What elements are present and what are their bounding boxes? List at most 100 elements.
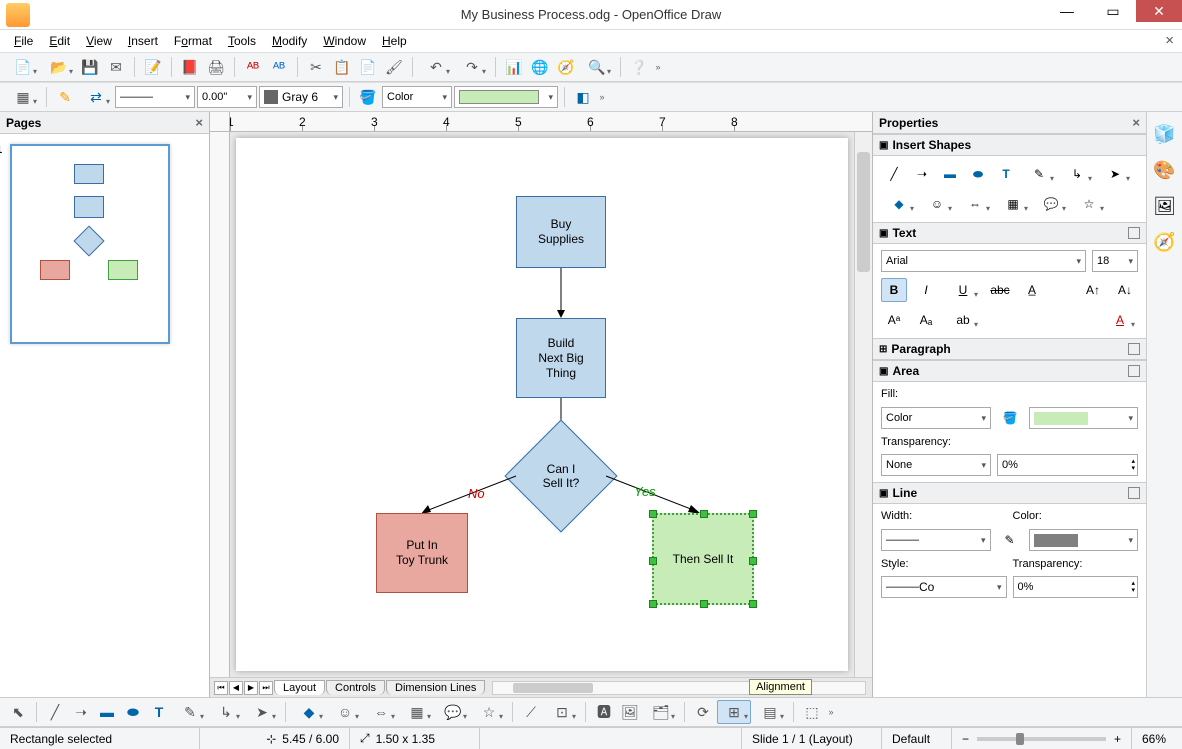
rect-tool-b[interactable]: ▬ xyxy=(95,700,119,724)
menu-file[interactable]: File xyxy=(6,32,41,50)
fontwork-button[interactable]: 🅰 xyxy=(592,700,616,724)
zoom-slider[interactable] xyxy=(977,737,1106,741)
drawing-canvas[interactable]: Buy Supplies Build Next Big Thing Can I … xyxy=(236,138,848,671)
print-button[interactable]: 🖨 xyxy=(204,55,228,79)
underline-button[interactable]: U xyxy=(945,278,981,302)
shape-buy-supplies[interactable]: Buy Supplies xyxy=(516,196,606,268)
font-size-combo[interactable]: 18 xyxy=(1092,250,1138,272)
superscript-button[interactable]: Aᵃ xyxy=(881,308,907,332)
fill-color-combo[interactable] xyxy=(454,86,558,108)
shape-then-sell[interactable]: Then Sell It xyxy=(652,513,754,605)
close-document-button[interactable]: × xyxy=(1165,32,1174,49)
format-paintbrush-button[interactable]: 🖌 xyxy=(382,55,406,79)
toolbar-overflow[interactable]: » xyxy=(653,62,663,72)
deck-navigator-icon[interactable]: 🧭 xyxy=(1153,230,1177,254)
stars-b[interactable]: ☆ xyxy=(472,700,506,724)
menu-insert[interactable]: Insert xyxy=(120,32,166,50)
text-tool[interactable]: T xyxy=(993,162,1019,186)
shape-build-thing[interactable]: Build Next Big Thing xyxy=(516,318,606,398)
curve-tool[interactable]: ✎ xyxy=(1021,162,1057,186)
basic-shapes-b[interactable]: ◆ xyxy=(292,700,326,724)
tab-next[interactable]: ▶ xyxy=(244,681,258,695)
properties-close-button[interactable]: × xyxy=(1132,115,1140,130)
help-button[interactable]: ❔ xyxy=(627,55,651,79)
glue-button[interactable]: ⊡ xyxy=(545,700,579,724)
tab-dimension[interactable]: Dimension Lines xyxy=(386,680,485,695)
deck-styles-icon[interactable]: 🎨 xyxy=(1153,158,1177,182)
flowchart-tool[interactable]: ▦ xyxy=(995,192,1031,216)
line-color-combo[interactable]: Gray 6 xyxy=(259,86,343,108)
undo-button[interactable]: ↶ xyxy=(419,55,453,79)
pages-close-button[interactable]: × xyxy=(195,115,203,130)
spellcheck-button[interactable]: ᴬᴮ xyxy=(241,55,265,79)
arrange-button[interactable]: ▦ xyxy=(6,85,40,109)
menu-modify[interactable]: Modify xyxy=(264,32,315,50)
fill-bucket-icon[interactable]: 🪣 xyxy=(997,406,1023,430)
new-button[interactable]: 📄 xyxy=(6,55,40,79)
arrange-b[interactable]: ▤ xyxy=(753,700,787,724)
tab-prev[interactable]: ◀ xyxy=(229,681,243,695)
callouts-tool[interactable]: 💬 xyxy=(1033,192,1069,216)
copy-button[interactable]: 📋 xyxy=(330,55,354,79)
line-width-combo[interactable]: 0.00" xyxy=(197,86,257,108)
alignment-button[interactable]: ⊞ xyxy=(717,700,751,724)
chart-button[interactable]: 📊 xyxy=(502,55,526,79)
lines-arrows-tool[interactable]: ➤ xyxy=(1097,162,1133,186)
line-tool[interactable]: ╱ xyxy=(881,162,907,186)
text-tool-b[interactable]: T xyxy=(147,700,171,724)
close-window-button[interactable]: ✕ xyxy=(1136,0,1182,22)
line-trans-spinner[interactable]: 0% xyxy=(1013,576,1139,598)
maximize-button[interactable]: ▭ xyxy=(1090,0,1136,22)
line-color-prop-combo[interactable] xyxy=(1029,529,1139,551)
transparency-value-spinner[interactable]: 0% xyxy=(997,454,1138,476)
menu-edit[interactable]: Edit xyxy=(41,32,78,50)
line-pattern-combo[interactable]: ——— xyxy=(115,86,195,108)
section-area[interactable]: ▣Area xyxy=(873,360,1146,382)
bold-button[interactable]: B xyxy=(881,278,907,302)
section-paragraph[interactable]: ⊞Paragraph xyxy=(873,338,1146,360)
line-width-prop-combo[interactable]: ——— xyxy=(881,529,991,551)
edit-file-button[interactable]: 📝 xyxy=(141,55,165,79)
menu-window[interactable]: Window xyxy=(315,32,374,50)
email-button[interactable]: ✉ xyxy=(104,55,128,79)
font-color-button[interactable]: A xyxy=(1102,308,1138,332)
menu-view[interactable]: View xyxy=(78,32,120,50)
shadow-text-button[interactable]: A̲ xyxy=(1019,278,1045,302)
redo-button[interactable]: ↷ xyxy=(455,55,489,79)
from-file-button[interactable]: 🖼 xyxy=(618,700,642,724)
zoom-button[interactable]: 🔍 xyxy=(580,55,614,79)
flowchart-b[interactable]: ▦ xyxy=(400,700,434,724)
bottom-toolbar-overflow[interactable]: » xyxy=(826,707,836,717)
open-button[interactable]: 📂 xyxy=(42,55,76,79)
arrow-tool[interactable]: ➝ xyxy=(909,162,935,186)
shape-toy-trunk[interactable]: Put In Toy Trunk xyxy=(376,513,468,593)
points-button[interactable]: ⟋ xyxy=(519,700,543,724)
line-color-pencil-icon[interactable]: ✎ xyxy=(997,528,1023,552)
callouts-b[interactable]: 💬 xyxy=(436,700,470,724)
section-text[interactable]: ▣Text xyxy=(873,222,1146,244)
line-style-button[interactable]: ✎ xyxy=(53,85,77,109)
navigator-button[interactable]: 🧭 xyxy=(554,55,578,79)
zoom-control[interactable]: − + xyxy=(952,728,1132,749)
tab-last[interactable]: ⏭ xyxy=(259,681,273,695)
tab-controls[interactable]: Controls xyxy=(326,680,385,695)
connector-tool[interactable]: ↳ xyxy=(1059,162,1095,186)
select-tool[interactable]: ⬉ xyxy=(6,700,30,724)
cut-button[interactable]: ✂ xyxy=(304,55,328,79)
subscript-button[interactable]: Aₐ xyxy=(913,308,939,332)
highlighting-button[interactable]: ab xyxy=(945,308,981,332)
zoom-out-icon[interactable]: − xyxy=(962,732,969,746)
shadow-button[interactable]: ◧ xyxy=(571,85,595,109)
arrow-style-button[interactable]: ⇄ xyxy=(79,85,113,109)
minimize-button[interactable]: — xyxy=(1044,0,1090,22)
italic-button[interactable]: I xyxy=(913,278,939,302)
zoom-value[interactable]: 66% xyxy=(1132,728,1182,749)
menu-tools[interactable]: Tools xyxy=(220,32,264,50)
export-pdf-button[interactable]: 📕 xyxy=(178,55,202,79)
curve-tool-b[interactable]: ✎ xyxy=(173,700,207,724)
ellipse-tool-b[interactable]: ⬬ xyxy=(121,700,145,724)
line-tool-b[interactable]: ╱ xyxy=(43,700,67,724)
shape-decision[interactable]: Can I Sell It? xyxy=(511,436,611,516)
area-style-button[interactable]: 🪣 xyxy=(356,85,380,109)
line-style-prop-combo[interactable]: ——— Co xyxy=(881,576,1007,598)
